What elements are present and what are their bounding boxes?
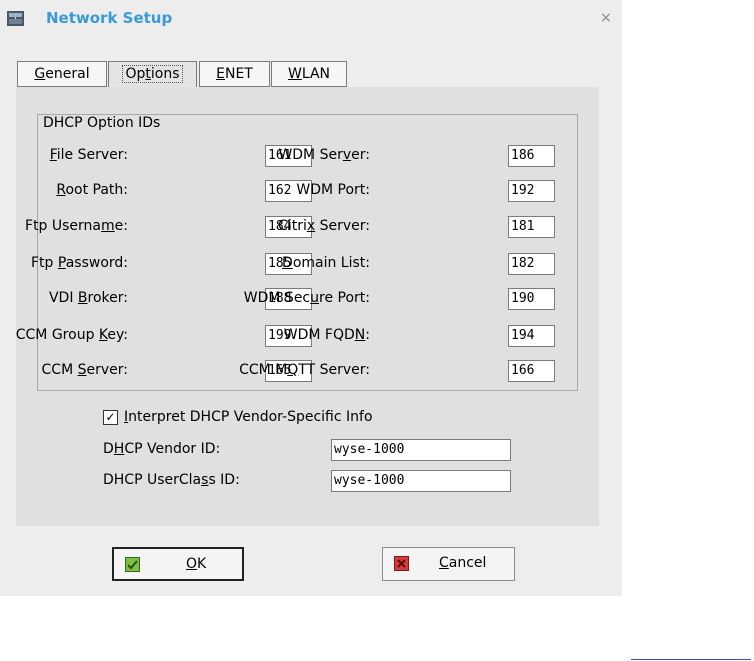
tab-wlan[interactable]: WLAN (271, 61, 347, 87)
wdm-server-label: WDM Server: (278, 147, 370, 163)
dhcp-userclass-id-label: DHCP UserClass ID: (103, 472, 240, 488)
citrix-server-input[interactable]: 181 (508, 216, 555, 238)
ok-button[interactable]: OK (112, 547, 244, 581)
wdm-secure-port-input[interactable]: 190 (508, 288, 555, 310)
check-icon (125, 557, 140, 572)
dhcp-vendor-id-label: DHCP Vendor ID: (103, 441, 221, 457)
group-title: DHCP Option IDs (41, 115, 163, 131)
wdm-port-label: WDM Port: (296, 182, 370, 198)
ccm-mqtt-server-label: CCM MQTT Server: (239, 362, 370, 378)
interpret-vendor-label[interactable]: Interpret DHCP Vendor-Specific Info (124, 409, 373, 425)
tab-general[interactable]: General (17, 61, 107, 87)
wdm-server-input[interactable]: 186 (508, 145, 555, 167)
wdm-fqdn-input[interactable]: 194 (508, 325, 555, 347)
tab-enet[interactable]: ENET (199, 61, 270, 87)
wdm-fqdn-label: WDM FQDN: (283, 327, 370, 343)
ok-label: OK (186, 556, 207, 572)
ccm-server-label: CCM Server: (41, 362, 128, 378)
vdi-broker-label: VDI Broker: (48, 290, 128, 306)
cancel-label: Cancel (439, 555, 487, 571)
wdm-secure-port-label: WDM Secure Port: (243, 290, 370, 306)
root-path-label: Root Path: (56, 182, 128, 198)
window-title: Network Setup (46, 9, 173, 27)
dhcp-userclass-id-input[interactable]: wyse-1000 (331, 470, 511, 492)
cancel-x-icon (394, 556, 409, 571)
domain-list-label: Domain List: (282, 255, 370, 271)
network-setup-dialog: Network Setup × General Options ENET WLA… (0, 0, 622, 596)
domain-list-input[interactable]: 182 (508, 253, 555, 275)
dhcp-vendor-id-input[interactable]: wyse-1000 (331, 439, 511, 461)
ccm-mqtt-server-input[interactable]: 166 (508, 360, 555, 382)
citrix-server-label: Citrix Server: (278, 218, 370, 234)
ftp-username-label: Ftp Username: (25, 218, 128, 234)
taskbar-edge-line (631, 659, 751, 660)
cancel-button[interactable]: Cancel (382, 547, 515, 581)
network-app-icon (7, 11, 24, 26)
tab-options[interactable]: Options (108, 61, 197, 88)
close-icon[interactable]: × (600, 10, 612, 26)
ftp-password-label: Ftp Password: (30, 255, 128, 271)
wdm-port-input[interactable]: 192 (508, 180, 555, 202)
file-server-label: File Server: (49, 147, 128, 163)
interpret-vendor-checkbox[interactable]: ✓ (103, 410, 118, 425)
ccm-group-key-label: CCM Group Key: (15, 327, 128, 343)
title-bar: Network Setup × (0, 0, 622, 38)
